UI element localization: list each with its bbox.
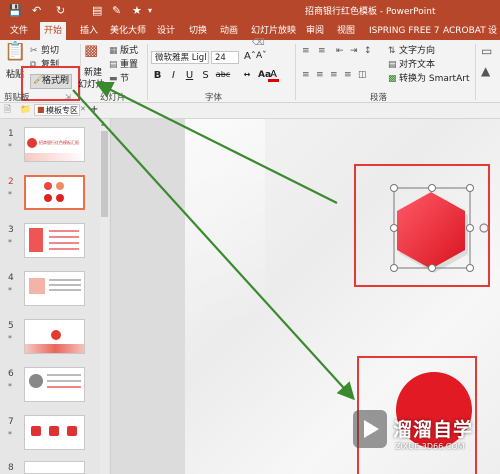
annotation-arrows — [72, 82, 355, 401]
arrow-to-circle — [72, 89, 355, 401]
watermark-logo — [353, 410, 387, 448]
watermark-url: ZIXUE.3D66.COM — [395, 442, 465, 451]
watermark-text: 溜溜自学 — [393, 419, 474, 441]
arrow-to-format-painter — [95, 82, 338, 204]
